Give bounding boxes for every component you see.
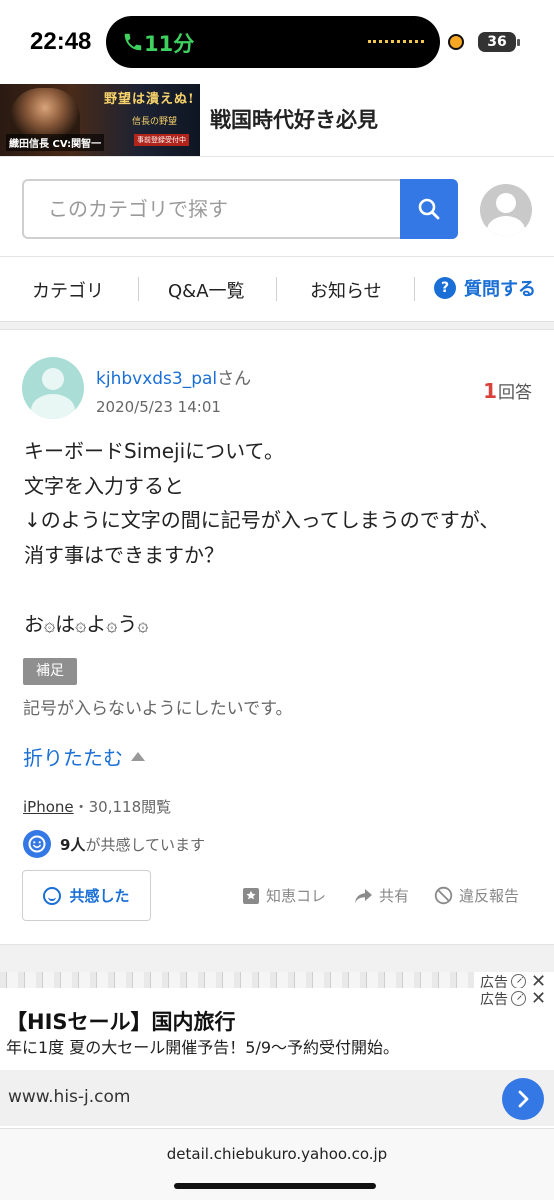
share-button[interactable]: 共有	[354, 885, 409, 906]
search-input[interactable]: このカテゴリで探す	[22, 179, 402, 239]
banner-ad-character: 織田信長 CV:関智一	[6, 134, 105, 151]
phone-call-icon	[124, 33, 142, 51]
home-indicator[interactable]	[174, 1183, 376, 1189]
view-count: ・30,118閲覧	[73, 798, 172, 816]
question-body: キーボードSimejiについて。 文字を入力すると ↓のように文字の間に記号が入…	[24, 434, 544, 642]
question-line: 消す事はできますか？	[24, 542, 224, 567]
section-divider	[0, 944, 554, 972]
audio-wave-icon	[368, 40, 424, 44]
questioner-avatar[interactable]	[22, 357, 84, 419]
user-avatar[interactable]	[480, 184, 532, 236]
section-gap	[0, 322, 554, 330]
report-button[interactable]: 違反報告	[434, 885, 519, 906]
question-line: ↓のように文字の間に記号が入ってしまうのですが、	[24, 508, 500, 532]
smile-icon	[43, 886, 62, 905]
ask-question-label: 質問する	[464, 279, 536, 300]
share-label: 共有	[379, 887, 410, 905]
close-icon[interactable]: ✕	[531, 988, 546, 1009]
prohibited-icon	[434, 886, 453, 905]
nav-item-news[interactable]: お知らせ	[310, 277, 382, 303]
banner-title[interactable]: 戦国時代好き必見	[210, 104, 378, 134]
call-duration: 11分	[144, 32, 195, 56]
nav-divider	[138, 277, 139, 301]
banner-ad-game-title: 信長の野望	[132, 117, 178, 127]
supplement-badge: 補足	[23, 658, 77, 685]
status-time: 22:48	[30, 28, 92, 55]
search-icon	[418, 198, 440, 220]
questioner-name: kjhbvxds3_palさん	[96, 364, 251, 389]
empathy-info: 9人 が共感しています	[23, 830, 205, 858]
ad-card[interactable]: 広告 i ✕ 【HISセール】国内旅行 年に1度 夏の大セール開催予告！5/9〜予約…	[0, 987, 554, 1130]
browser-url[interactable]: detail.chiebukuro.yahoo.co.jp	[0, 1145, 554, 1163]
ad-title[interactable]: 【HISセール】国内旅行	[6, 1006, 236, 1036]
report-label: 違反報告	[459, 887, 520, 905]
search-button[interactable]	[400, 179, 458, 239]
example-text: お۞は۞よ۞う۞	[24, 611, 149, 636]
username-link[interactable]: kjhbvxds3_pal	[96, 369, 217, 389]
ad-image-strip[interactable]	[0, 972, 474, 988]
empathy-button[interactable]: 共感した	[22, 870, 151, 921]
share-arrow-icon	[355, 888, 372, 903]
collapse-toggle[interactable]: 折りたたむ	[23, 742, 145, 771]
question-line: 文字を入力すると	[24, 473, 184, 498]
question-meta: iPhone・30,118閲覧	[23, 796, 171, 817]
nav-tabs: カテゴリ Q&A一覧 お知らせ ? 質問する	[0, 256, 554, 322]
answer-count-number: 1	[483, 379, 497, 403]
ad-url[interactable]: www.his-j.com	[8, 1087, 130, 1107]
empathy-button-label: 共感した	[69, 887, 130, 905]
empathy-suffix: が共感しています	[85, 835, 205, 854]
collapse-label: 折りたたむ	[23, 746, 123, 770]
ad-go-button[interactable]	[502, 1078, 544, 1120]
nav-divider	[276, 277, 277, 301]
dynamic-island[interactable]: 11分	[106, 16, 440, 68]
ad-choices-icon[interactable]: i	[507, 987, 530, 1010]
post-date: 2020/5/23 14:01	[96, 398, 221, 416]
chevron-right-icon	[518, 1090, 529, 1108]
answer-count-label: 回答	[498, 383, 532, 403]
ad-label[interactable]: 広告 i ✕	[480, 987, 546, 1010]
question-mark-icon: ?	[434, 277, 456, 299]
bookmark-star-icon	[243, 887, 259, 904]
category-banner[interactable]: 野望は潰えぬ! 信長の野望 織田信長 CV:関智一 事前登録受付中 戦国時代好き…	[0, 84, 554, 156]
honorific: さん	[217, 369, 252, 389]
answer-count[interactable]: 1回答	[483, 378, 532, 403]
device-link[interactable]: iPhone	[23, 798, 74, 816]
banner-ad-prereg: 事前登録受付中	[134, 134, 189, 146]
supplement-text: 記号が入らないようにしたいです。	[23, 699, 293, 719]
nav-divider	[414, 277, 415, 301]
mic-indicator-icon	[448, 34, 464, 50]
battery-level: 36	[487, 34, 507, 50]
status-bar: 22:48 11分 36	[0, 0, 554, 84]
question-line: キーボードSimejiについて。	[24, 439, 284, 463]
triangle-up-icon	[131, 752, 145, 761]
smile-icon	[23, 830, 51, 858]
empathy-count: 9人	[60, 835, 86, 854]
nav-item-qa-list[interactable]: Q&A一覧	[168, 277, 245, 303]
search-area: このカテゴリで探す	[0, 156, 554, 256]
ask-question-button[interactable]: ? 質問する	[434, 275, 536, 301]
browser-url-bar[interactable]: detail.chiebukuro.yahoo.co.jp	[0, 1128, 554, 1200]
ad-footer[interactable]: www.his-j.com	[0, 1070, 554, 1126]
ad-description[interactable]: 年に1度 夏の大セール開催予告！5/9〜予約受付開始。	[6, 1034, 399, 1058]
battery-icon: 36	[478, 32, 520, 52]
chiebukuro-collection-button[interactable]: 知恵コレ	[242, 885, 326, 906]
banner-ad-headline: 野望は潰えぬ!	[104, 92, 195, 107]
chiebukuro-collection-label: 知恵コレ	[266, 887, 327, 905]
banner-ad-image[interactable]: 野望は潰えぬ! 信長の野望 織田信長 CV:関智一 事前登録受付中	[0, 84, 200, 156]
nav-item-category[interactable]: カテゴリ	[32, 277, 104, 303]
